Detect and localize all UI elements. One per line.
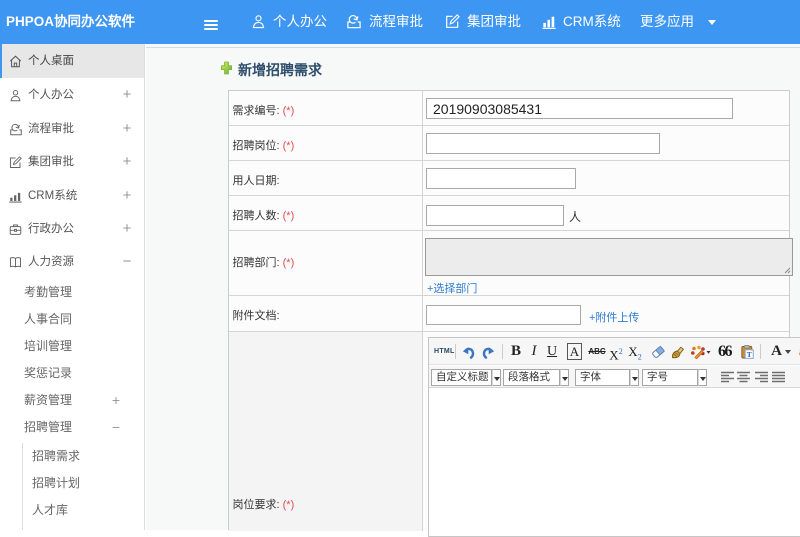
svg-text:T: T: [746, 350, 751, 359]
